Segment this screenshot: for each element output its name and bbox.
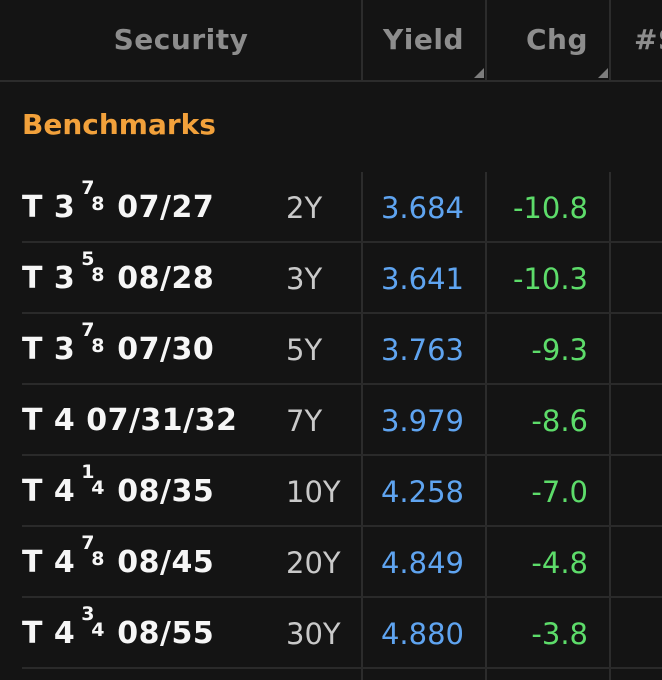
row-divider <box>22 383 662 385</box>
security-prefix: T 4 07/31/32 <box>22 403 238 438</box>
coupon-fraction: 78 <box>81 319 109 361</box>
column-divider <box>609 0 611 80</box>
row-divider <box>22 525 662 527</box>
tenor-cell: 20Y <box>286 546 341 580</box>
row-divider <box>22 241 662 243</box>
benchmark-table: Security Yield Chg #S Benchmarks T 37807… <box>0 0 662 680</box>
chg-cell: -10.3 <box>512 262 588 296</box>
fraction-denominator: 8 <box>91 335 106 357</box>
table-row[interactable]: T 3 7 8 07/27 2Y 3.684 -10.8 <box>0 173 662 243</box>
security-maturity: 07/30 <box>117 332 215 367</box>
security-cell: T 3 5 8 08/28 <box>22 244 214 314</box>
security-maturity: 07/27 <box>117 190 215 225</box>
security-prefix: T 4 <box>22 616 76 651</box>
tenor-cell: 3Y <box>286 262 323 296</box>
security-prefix: T 3 <box>22 261 76 296</box>
yield-cell: 3.763 <box>380 333 464 367</box>
coupon-fraction: 78 <box>81 177 109 219</box>
coupon-fraction: 58 <box>81 248 109 290</box>
security-prefix: T 4 <box>22 545 76 580</box>
column-header-extra[interactable]: #S <box>610 0 662 80</box>
security-maturity: 08/55 <box>117 616 215 651</box>
tenor-cell: 2Y <box>286 191 323 225</box>
table-row[interactable]: T 4 1 4 08/35 10Y 4.258 -7.0 <box>0 457 662 527</box>
table-header: Security Yield Chg #S <box>0 0 662 82</box>
fraction-denominator: 8 <box>91 548 106 570</box>
coupon-fraction: 34 <box>81 603 109 645</box>
yield-cell: 3.684 <box>380 191 464 225</box>
security-cell: T 4 07/31/32 <box>22 386 237 456</box>
yield-cell: 4.880 <box>380 617 464 651</box>
yield-cell: 3.979 <box>380 404 464 438</box>
security-prefix: T 3 <box>22 332 76 367</box>
table-row[interactable]: T 4 07/31/32 7Y 3.979 -8.6 <box>0 386 662 456</box>
security-cell: T 3 7 8 07/27 <box>22 173 214 243</box>
security-cell: T 4 7 8 08/45 <box>22 528 214 598</box>
column-divider <box>361 0 363 80</box>
tenor-cell: 10Y <box>286 475 341 509</box>
group-title-benchmarks: Benchmarks <box>22 108 216 141</box>
yield-cell: 4.849 <box>380 546 464 580</box>
row-divider <box>22 596 662 598</box>
table-row[interactable]: T 3 7 8 07/30 5Y 3.763 -9.3 <box>0 315 662 385</box>
security-maturity: 08/28 <box>117 261 215 296</box>
fraction-denominator: 4 <box>91 619 106 641</box>
security-cell: T 4 3 4 08/55 <box>22 599 214 669</box>
chg-cell: -8.6 <box>531 404 588 438</box>
security-maturity: 08/45 <box>117 545 215 580</box>
security-prefix: T 3 <box>22 190 76 225</box>
security-prefix: T 4 <box>22 474 76 509</box>
chg-cell: -4.8 <box>531 546 588 580</box>
table-row[interactable]: T 3 5 8 08/28 3Y 3.641 -10.3 <box>0 244 662 314</box>
column-header-yield[interactable]: Yield <box>362 0 484 80</box>
security-maturity: 08/35 <box>117 474 215 509</box>
chg-cell: -3.8 <box>531 617 588 651</box>
fraction-denominator: 8 <box>91 264 106 286</box>
column-header-chg[interactable]: Chg <box>486 0 608 80</box>
column-divider <box>485 0 487 80</box>
coupon-fraction: 78 <box>81 532 109 574</box>
yield-cell: 4.258 <box>380 475 464 509</box>
fraction-denominator: 8 <box>91 193 106 215</box>
table-row[interactable]: T 4 7 8 08/45 20Y 4.849 -4.8 <box>0 528 662 598</box>
row-divider <box>22 667 662 669</box>
chg-cell: -9.3 <box>531 333 588 367</box>
tenor-cell: 30Y <box>286 617 341 651</box>
coupon-fraction: 14 <box>81 461 109 503</box>
tenor-cell: 5Y <box>286 333 323 367</box>
chg-cell: -10.8 <box>512 191 588 225</box>
row-divider <box>22 454 662 456</box>
table-row[interactable]: T 4 3 4 08/55 30Y 4.880 -3.8 <box>0 599 662 669</box>
chg-cell: -7.0 <box>531 475 588 509</box>
fraction-denominator: 4 <box>91 477 106 499</box>
security-cell: T 4 1 4 08/35 <box>22 457 214 527</box>
yield-sort-indicator-icon[interactable] <box>474 68 484 78</box>
tenor-cell: 7Y <box>286 404 323 438</box>
row-divider <box>22 312 662 314</box>
yield-cell: 3.641 <box>380 262 464 296</box>
security-cell: T 3 7 8 07/30 <box>22 315 214 385</box>
column-header-security[interactable]: Security <box>0 0 362 80</box>
chg-sort-indicator-icon[interactable] <box>598 68 608 78</box>
